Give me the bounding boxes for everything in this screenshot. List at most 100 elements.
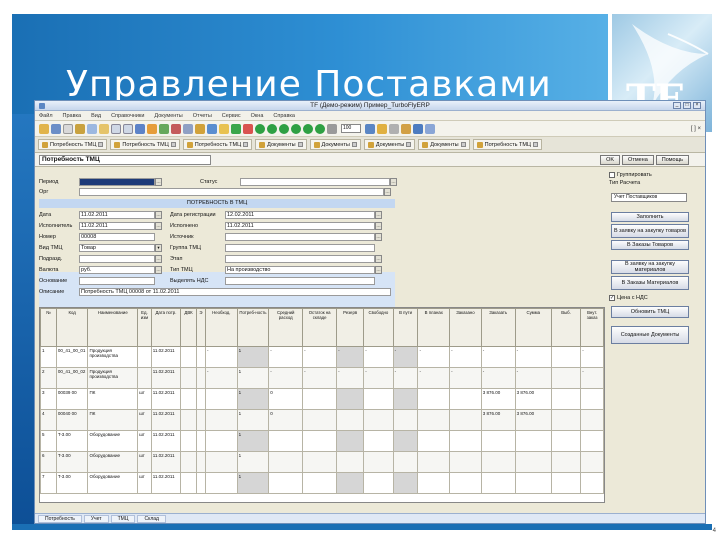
col-header[interactable]: Потреб-ность: [236, 308, 270, 347]
period-picker-button[interactable]: …: [155, 177, 162, 186]
table-icon[interactable]: [159, 123, 169, 134]
maximize-button[interactable]: □: [683, 102, 691, 109]
date-picker-button[interactable]: …: [155, 210, 162, 219]
col-header[interactable]: В пути: [392, 308, 419, 347]
status-field[interactable]: [240, 177, 390, 186]
col-header[interactable]: Сумма: [514, 308, 552, 347]
nav-stop-icon[interactable]: [315, 123, 325, 134]
chart-icon[interactable]: [147, 123, 157, 134]
tab-3[interactable]: Потребность ТМЦ: [182, 139, 253, 150]
zoom-select[interactable]: 100: [341, 124, 361, 133]
nav-prev-icon[interactable]: [267, 123, 277, 134]
col-header[interactable]: Необход.: [204, 308, 238, 347]
ok-button[interactable]: OK: [600, 154, 621, 165]
group-checkbox[interactable]: Группировать: [609, 171, 705, 179]
col-header[interactable]: Ед. изм: [137, 308, 152, 347]
sort-icon[interactable]: [183, 123, 193, 134]
col-header[interactable]: Резерв: [336, 308, 365, 347]
tab-1[interactable]: Потребность ТМЦ: [38, 139, 108, 150]
request-type-field[interactable]: Товар: [79, 243, 155, 252]
menu-item-references[interactable]: Справочники: [111, 113, 144, 119]
date-registered-picker-button[interactable]: …: [375, 210, 382, 219]
checkbox-box-checked[interactable]: ✓: [609, 295, 615, 301]
fill-button[interactable]: Заполнить: [611, 212, 689, 222]
material-request-button[interactable]: В заявку на закупку материалов: [611, 260, 689, 274]
nav-last-icon[interactable]: [291, 123, 301, 134]
tab-4[interactable]: Документы: [255, 139, 307, 150]
table-row[interactable]: 1 00_41_00_01 Продукция производства 11.02.…: [40, 346, 604, 368]
home-icon[interactable]: [39, 123, 49, 134]
table-row[interactable]: 2 00_41_00_02 Продукция производства 11.02.…: [40, 367, 604, 389]
col-header[interactable]: Свободно: [363, 308, 394, 347]
purchase-request-button[interactable]: В заявку на закупку товаров: [611, 224, 689, 238]
tab-6[interactable]: Документы: [363, 139, 416, 150]
comment-field[interactable]: Потребность ТМЦ 00008 от 11.02.2011: [79, 287, 391, 296]
close-icon[interactable]: [98, 142, 104, 147]
col-header[interactable]: Выб.: [550, 308, 582, 347]
cancel-icon[interactable]: [243, 123, 253, 134]
folder-icon[interactable]: [195, 123, 205, 134]
col-header[interactable]: Заказано: [449, 308, 482, 347]
price-vat-checkbox[interactable]: ✓ Цена с НДС: [609, 294, 705, 302]
lock-icon[interactable]: [389, 123, 399, 134]
nav-first-icon[interactable]: [255, 123, 265, 134]
print-icon[interactable]: [63, 123, 73, 134]
archive-icon[interactable]: [401, 123, 411, 134]
tab-8[interactable]: Потребность ТМЦ: [472, 139, 542, 150]
col-header[interactable]: №: [40, 308, 57, 347]
goods-orders-button[interactable]: В Заказы Товаров: [611, 240, 689, 250]
calendar-icon[interactable]: [207, 123, 217, 134]
vat-field[interactable]: [225, 276, 375, 285]
division-field[interactable]: [79, 254, 155, 263]
cut-icon[interactable]: [75, 123, 85, 134]
created-documents-button[interactable]: Созданные Документы: [611, 326, 689, 344]
close-icon[interactable]: [406, 142, 412, 147]
executed-by-picker-button[interactable]: …: [155, 221, 162, 230]
col-header[interactable]: Внут. заказ: [580, 308, 604, 347]
close-icon[interactable]: [533, 142, 538, 147]
col-header[interactable]: Средний расход: [268, 308, 304, 347]
delete-icon[interactable]: [171, 123, 181, 134]
status-tab[interactable]: ТМЦ: [110, 514, 136, 523]
currency-field[interactable]: руб.: [79, 265, 155, 274]
date-field[interactable]: 11.02.2011: [79, 210, 155, 219]
state-field[interactable]: [225, 254, 375, 263]
table-row[interactable]: 6 T-3.00 Оборудование шт 11.02.2011 1: [40, 451, 604, 473]
tab-2[interactable]: Потребность ТМЦ: [110, 139, 180, 150]
state-picker-button[interactable]: …: [375, 254, 382, 263]
tab-7[interactable]: Документы: [418, 139, 470, 150]
menu-item-service[interactable]: Сервис: [222, 113, 241, 119]
table-row[interactable]: 4 00040 00 ПК шт 11.02.2011 10 3 876.00 3 876…: [40, 409, 604, 431]
menu-item-edit[interactable]: Правка: [63, 113, 82, 119]
nav-next-icon[interactable]: [279, 123, 289, 134]
menu-item-windows[interactable]: Окна: [251, 113, 264, 119]
col-header[interactable]: Остаток на складе: [302, 308, 338, 347]
col-header[interactable]: Э: [195, 308, 206, 347]
checkbox-box[interactable]: [609, 172, 615, 178]
source-field[interactable]: [225, 232, 375, 241]
copy-icon[interactable]: [87, 123, 97, 134]
menu-item-help[interactable]: Справка: [273, 113, 295, 119]
type-picker-button[interactable]: …: [375, 265, 382, 274]
minimize-button[interactable]: _: [673, 102, 681, 109]
col-header[interactable]: Заказать: [480, 308, 516, 347]
status-tab[interactable]: Учет: [83, 514, 109, 523]
currency-picker-button[interactable]: …: [155, 265, 162, 274]
col-header[interactable]: Наименование: [87, 308, 139, 347]
note-icon[interactable]: [219, 123, 229, 134]
table-row[interactable]: 3 00039 00 ПК шт 11.02.2011 10 3 876.00 3 876…: [40, 388, 604, 410]
cancel-button[interactable]: Отмена: [622, 154, 654, 165]
col-header[interactable]: Дата потр.: [150, 308, 182, 347]
calc-type-select[interactable]: Учет Поставщиков: [611, 193, 687, 202]
filter-icon[interactable]: [135, 123, 145, 134]
period-field[interactable]: [79, 177, 155, 186]
executed-by-field[interactable]: 11.02.2011: [79, 221, 155, 230]
check-icon[interactable]: [231, 123, 241, 134]
close-button[interactable]: ×: [693, 102, 701, 109]
help-button[interactable]: Помощь: [655, 154, 689, 165]
export-icon[interactable]: [377, 123, 387, 134]
info-icon[interactable]: [413, 123, 423, 134]
table-row[interactable]: 7 T-3.00 Оборудование шт 11.02.2011 1: [40, 472, 604, 494]
close-icon[interactable]: [243, 142, 249, 147]
division-picker-button[interactable]: …: [155, 254, 162, 263]
